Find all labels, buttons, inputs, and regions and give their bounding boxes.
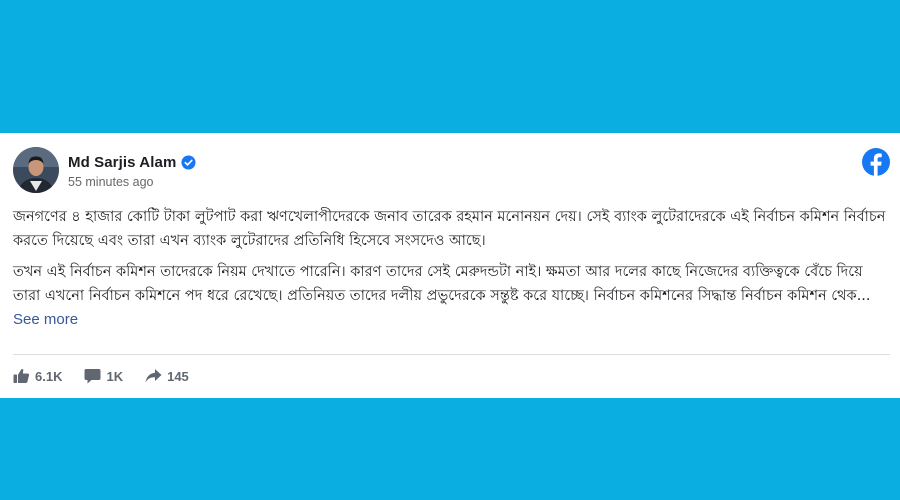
share-stat[interactable]: 145 [145,368,189,384]
comment-icon [84,368,101,384]
share-count: 145 [167,368,189,384]
engagement-bar: 6.1K 1K 145 [13,368,211,384]
post-paragraph: জনগণের ৪ হাজার কোটি টাকা লুটপাট করা ঋণখে… [13,209,886,249]
comment-count: 1K [106,368,124,384]
like-stat[interactable]: 6.1K [13,368,62,384]
see-more-link[interactable]: See more [13,311,78,328]
facebook-post-card: Md Sarjis Alam 55 minutes ago জনগণের ৪ হ… [0,133,900,398]
post-divider [13,354,890,355]
author-avatar[interactable] [13,147,59,193]
post-paragraph-with-more: তখন এই নির্বাচন কমিশন তাদেরকে নিয়ম দেখা… [13,260,891,332]
post-body: জনগণের ৪ হাজার কোটি টাকা লুটপাট করা ঋণখে… [13,205,891,339]
verified-badge-icon [181,155,196,170]
like-count: 6.1K [35,368,63,384]
post-timestamp[interactable]: 55 minutes ago [68,175,153,189]
comment-stat[interactable]: 1K [84,368,123,384]
avatar-image [13,147,59,193]
thumbs-up-icon [13,368,30,384]
post-paragraph: তখন এই নির্বাচন কমিশন তাদেরকে নিয়ম দেখা… [13,264,871,304]
author-name[interactable]: Md Sarjis Alam [68,154,176,171]
facebook-logo-icon[interactable] [862,148,890,176]
share-arrow-icon [145,368,162,384]
author-header: Md Sarjis Alam [68,154,196,171]
